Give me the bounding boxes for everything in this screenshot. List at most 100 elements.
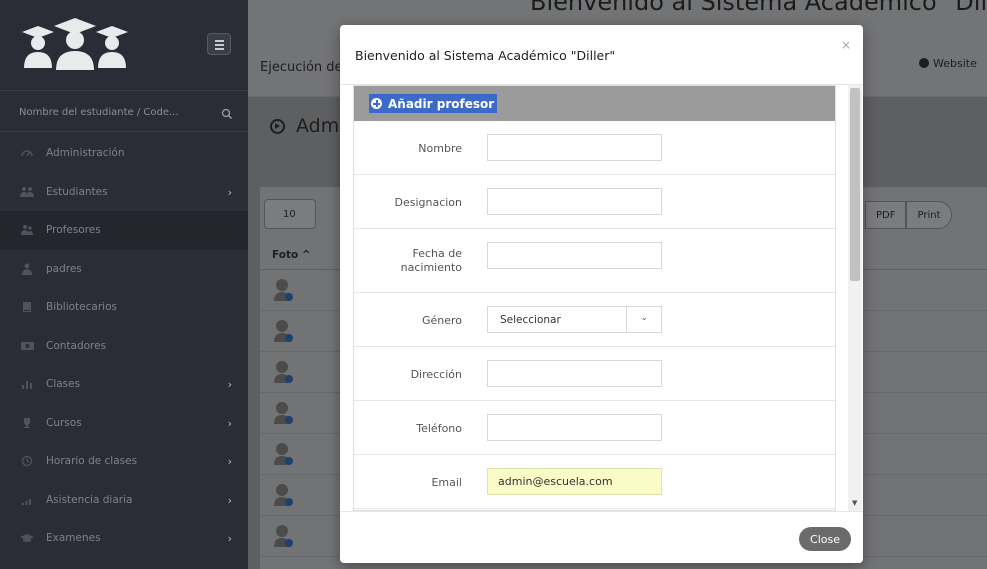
- modal-body: Añadir profesor Nombre Designacion Fecha…: [340, 85, 863, 511]
- clock-icon: [20, 454, 34, 468]
- sidebar-item-label: Administración: [46, 147, 125, 160]
- avatar-placeholder-icon: [274, 442, 294, 470]
- sidebar-item-label: Contadores: [46, 339, 107, 352]
- field-row-fecha-nacimiento: Fecha de nacimiento: [354, 229, 835, 293]
- book-icon: [20, 300, 34, 314]
- field-row-genero: Género Seleccionar ⌄: [354, 293, 835, 347]
- direccion-input[interactable]: [487, 360, 662, 387]
- sidebar-item-cursos[interactable]: Cursos ›: [0, 404, 248, 443]
- chevron-right-icon: ›: [227, 185, 232, 199]
- sidebar-item-profesores[interactable]: Profesores: [0, 211, 248, 250]
- avatar-placeholder-icon: [274, 401, 294, 429]
- sidebar-item-padres[interactable]: padres: [0, 250, 248, 289]
- sidebar-item-label: Profesores: [46, 224, 101, 237]
- user-pair-icon: [20, 223, 34, 237]
- plus-circle-icon: [371, 98, 382, 109]
- search-icon[interactable]: [221, 105, 233, 124]
- site-title: Bienvenido al Sistema Académico "Diller": [530, 0, 987, 16]
- sidebar-menu: Administración Estudiantes › Profesores …: [0, 134, 248, 558]
- telefono-input[interactable]: [487, 414, 662, 441]
- sidebar-toggle-button[interactable]: [207, 33, 231, 55]
- sidebar-item-label: Examenes: [46, 532, 101, 545]
- nombre-input[interactable]: [487, 134, 662, 161]
- add-teacher-modal: Bienvenido al Sistema Académico "Diller"…: [340, 25, 863, 563]
- email-input[interactable]: [487, 468, 662, 495]
- sidebar: Administración Estudiantes › Profesores …: [0, 0, 248, 569]
- chevron-down-icon: ⌄: [640, 313, 648, 323]
- avatar-placeholder-icon: [274, 524, 294, 552]
- sort-asc-icon: ^: [301, 249, 311, 261]
- page-title-text: Adm: [296, 115, 340, 137]
- field-label-designacion: Designacion: [394, 196, 462, 209]
- sidebar-item-examenes[interactable]: Examenes ›: [0, 519, 248, 558]
- scrollbar-thumb[interactable]: [850, 88, 860, 281]
- menu-icon-bar: [215, 48, 224, 50]
- modal-title: Bienvenido al Sistema Académico "Diller": [355, 48, 616, 63]
- form-header-selection: Añadir profesor: [369, 94, 498, 113]
- chevron-right-icon: ›: [227, 378, 232, 391]
- modal-footer: Close: [340, 511, 863, 563]
- avatar-placeholder-icon: [274, 483, 294, 511]
- field-label-direccion: Dirección: [410, 368, 462, 381]
- close-icon[interactable]: ×: [841, 38, 851, 52]
- users-group-icon: [20, 185, 34, 199]
- sidebar-item-label: Cursos: [46, 416, 82, 429]
- website-link-label: Website: [933, 57, 977, 70]
- sidebar-item-label: Estudiantes: [46, 185, 108, 198]
- close-button[interactable]: Close: [799, 527, 851, 551]
- field-label-genero: Género: [421, 314, 462, 327]
- field-row-designacion: Designacion: [354, 175, 835, 229]
- avatar-placeholder-icon: [274, 319, 294, 347]
- chevron-right-icon: ›: [227, 532, 232, 545]
- chart-bar-icon: [20, 377, 34, 391]
- field-label-email: Email: [431, 476, 462, 489]
- field-label-nombre: Nombre: [418, 142, 462, 155]
- globe-icon: [919, 58, 929, 68]
- graduation-icon: [20, 531, 34, 545]
- page-title: Adm: [270, 115, 339, 137]
- add-teacher-form: Añadir profesor Nombre Designacion Fecha…: [353, 85, 836, 511]
- export-pdf-button[interactable]: PDF: [865, 201, 907, 229]
- page-length-value: 10: [283, 209, 296, 220]
- sidebar-item-administracion[interactable]: Administración: [0, 134, 248, 173]
- chevron-right-icon: ›: [227, 493, 232, 507]
- school-logo: [20, 18, 130, 78]
- sidebar-item-label: Horario de clases: [46, 455, 138, 468]
- page-length-select[interactable]: 10: [264, 199, 316, 229]
- avatar-placeholder-icon: [274, 360, 294, 388]
- sidebar-item-label: Asistencia diaria: [46, 493, 133, 506]
- sidebar-item-label: Bibliotecarios: [46, 301, 117, 314]
- form-header: Añadir profesor: [354, 86, 835, 121]
- dashboard-icon: [20, 146, 34, 160]
- form-header-title: Añadir profesor: [388, 96, 495, 111]
- column-header-foto[interactable]: Foto ^: [272, 249, 311, 261]
- page-subtitle: Ejecución de: [260, 60, 343, 75]
- sidebar-item-clases[interactable]: Clases ›: [0, 365, 248, 404]
- website-link[interactable]: Website: [919, 57, 977, 70]
- export-print-button[interactable]: Print: [906, 201, 952, 229]
- sidebar-item-estudiantes[interactable]: Estudiantes ›: [0, 173, 248, 212]
- sidebar-item-label: padres: [46, 262, 82, 275]
- genero-select[interactable]: Seleccionar ⌄: [487, 306, 662, 333]
- sidebar-item-asistencia[interactable]: Asistencia diaria ›: [0, 481, 248, 520]
- scroll-down-arrow-icon[interactable]: ▼: [852, 499, 857, 507]
- circle-play-icon: [270, 118, 285, 134]
- sidebar-item-bibliotecarios[interactable]: Bibliotecarios: [0, 288, 248, 327]
- export-buttons: PDF Print: [865, 201, 952, 229]
- designacion-input[interactable]: [487, 188, 662, 215]
- modal-header: Bienvenido al Sistema Académico "Diller"…: [340, 25, 863, 85]
- sidebar-item-horario[interactable]: Horario de clases ›: [0, 442, 248, 481]
- cup-icon: [20, 416, 34, 430]
- user-icon: [20, 262, 34, 276]
- field-label-telefono: Teléfono: [416, 422, 462, 435]
- genero-selected-value: Seleccionar: [500, 314, 561, 326]
- field-row-telefono: Teléfono: [354, 401, 835, 455]
- fecha-nacimiento-input[interactable]: [487, 242, 662, 269]
- sidebar-item-label: Clases: [46, 378, 81, 391]
- modal-scrollbar[interactable]: ▲ ▼: [848, 85, 862, 511]
- select-divider: [626, 307, 627, 332]
- chevron-right-icon: ›: [227, 416, 232, 430]
- sidebar-search: [0, 90, 248, 132]
- sidebar-item-contadores[interactable]: Contadores: [0, 327, 248, 366]
- student-search-input[interactable]: [19, 103, 199, 121]
